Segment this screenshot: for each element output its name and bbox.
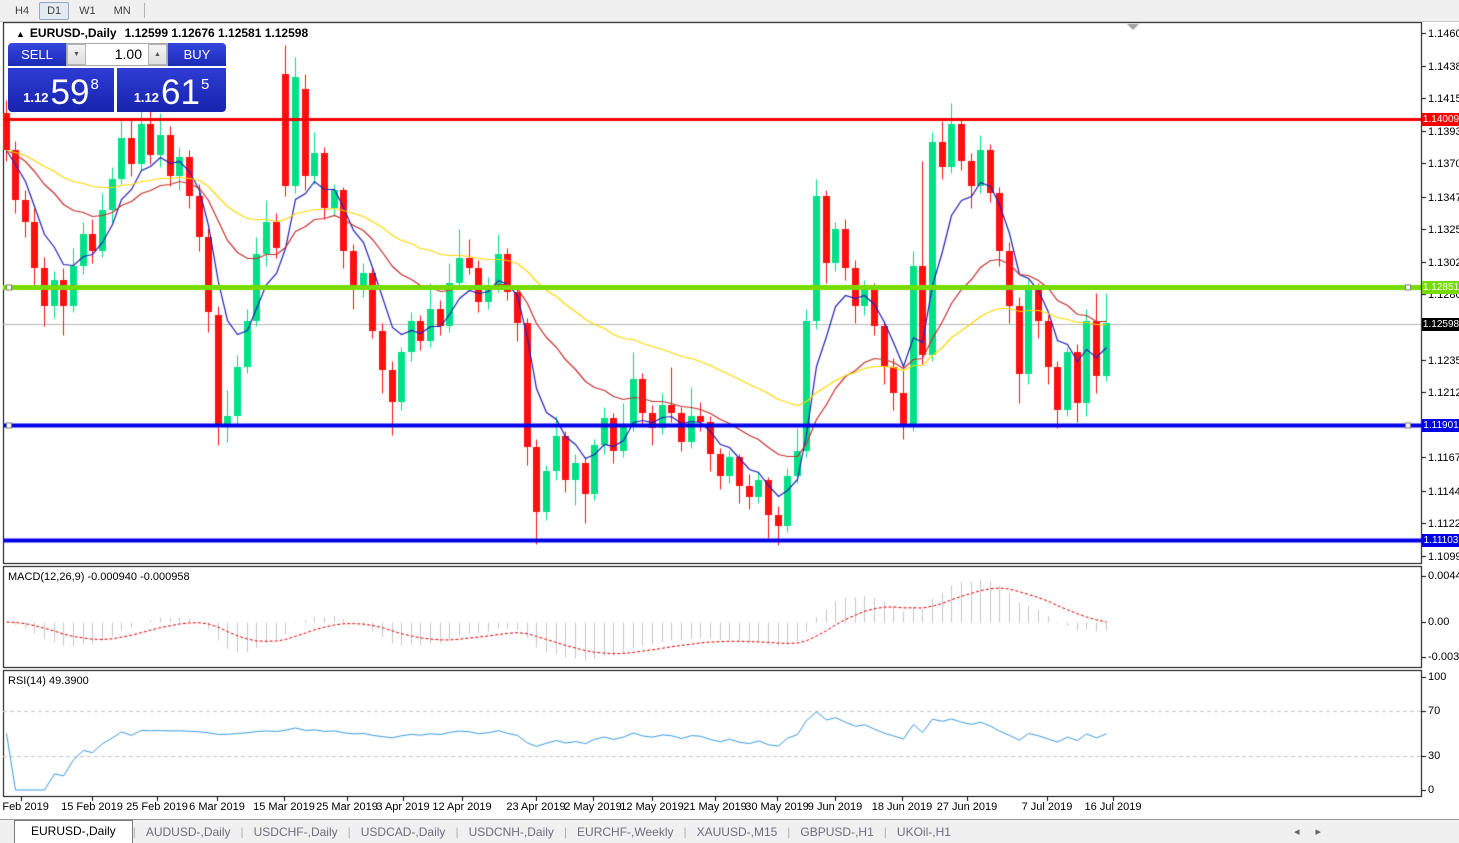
macd-axis-label: -0.003715 xyxy=(1428,651,1459,663)
rsi-axis-label: 0 xyxy=(1428,784,1434,796)
tab-eurusd-daily[interactable]: EURUSD-,Daily xyxy=(14,820,133,843)
ask-price-main: 61 xyxy=(161,76,200,109)
timeframe-button-d1[interactable]: D1 xyxy=(39,2,69,20)
volume-spinner: ▼ 1.00 ▲ xyxy=(66,43,168,66)
date-label: 12 Apr 2019 xyxy=(432,801,491,813)
ask-price-prefix: 1.12 xyxy=(134,90,159,105)
price-tick-label: 1.14605 xyxy=(1428,28,1459,40)
date-label: 6 Feb 2019 xyxy=(0,801,49,813)
price-tick-label: 1.10995 xyxy=(1428,551,1459,563)
current-price-label: 1.12598 xyxy=(1422,318,1459,331)
timeframe-toolbar: H4D1W1MN xyxy=(0,0,1459,22)
rsi-indicator-label: RSI(14) 49.3900 xyxy=(8,675,89,687)
tab-scroll-right-icon[interactable]: ▸ xyxy=(1315,826,1321,838)
ask-price[interactable]: 1.12 61 5 xyxy=(117,68,226,112)
volume-increase-icon[interactable]: ▲ xyxy=(148,44,167,65)
date-label: 27 Jun 2019 xyxy=(937,801,998,813)
tab-audusd-daily[interactable]: AUDUSD-,Daily xyxy=(136,822,241,843)
date-label: 9 Jun 2019 xyxy=(808,801,862,813)
price-tick-label: 1.13930 xyxy=(1428,126,1459,138)
date-label: 2 May 2019 xyxy=(564,801,621,813)
collapse-icon[interactable]: ▲ xyxy=(16,29,25,39)
tab-eurchf-weekly[interactable]: EURCHF-,Weekly xyxy=(567,822,683,843)
price-tick-label: 1.12350 xyxy=(1428,355,1459,367)
date-label: 21 May 2019 xyxy=(683,801,747,813)
date-label: 16 Jul 2019 xyxy=(1085,801,1142,813)
date-label: 23 Apr 2019 xyxy=(506,801,565,813)
tab-usdchf-daily[interactable]: USDCHF-,Daily xyxy=(244,822,348,843)
price-tick-label: 1.11220 xyxy=(1428,518,1459,530)
tab-gbpusd-h1[interactable]: GBPUSD-,H1 xyxy=(790,822,883,843)
toolbar-separator xyxy=(144,3,145,18)
date-label: 25 Mar 2019 xyxy=(316,801,378,813)
date-label: 3 Apr 2019 xyxy=(376,801,429,813)
date-label: 7 Jul 2019 xyxy=(1022,801,1073,813)
tab-ukoil-h1[interactable]: UKOil-,H1 xyxy=(887,822,961,843)
hline-price-label: 1.11103 xyxy=(1422,534,1459,547)
rsi-axis-label: 70 xyxy=(1428,705,1440,717)
chart-tab-bar: EURUSD-,Daily|AUDUSD-,Daily|USDCHF-,Dail… xyxy=(0,819,1459,843)
timeframe-button-mn[interactable]: MN xyxy=(106,2,139,20)
date-label: 12 May 2019 xyxy=(620,801,684,813)
macd-axis-label: 0.004465 xyxy=(1428,570,1459,582)
date-label: 6 Mar 2019 xyxy=(189,801,245,813)
bid-price-main: 59 xyxy=(51,76,90,109)
price-tick-label: 1.14155 xyxy=(1428,93,1459,105)
sell-button[interactable]: SELL xyxy=(8,43,66,66)
macd-axis-label: 0.00 xyxy=(1428,616,1449,628)
chart-title: ▲ EURUSD-,Daily 1.12599 1.12676 1.12581 1.… xyxy=(16,26,308,40)
chart-ohlc-values: 1.12599 1.12676 1.12581 1.12598 xyxy=(125,26,309,40)
price-tick-label: 1.11675 xyxy=(1428,452,1459,464)
date-label: 15 Feb 2019 xyxy=(61,801,123,813)
buy-button[interactable]: BUY xyxy=(168,43,226,66)
hline-price-label: 1.11901 xyxy=(1422,419,1459,432)
price-tick-label: 1.12125 xyxy=(1428,387,1459,399)
bid-price-pip: 8 xyxy=(90,76,98,93)
price-tick-label: 1.13250 xyxy=(1428,224,1459,236)
bid-price-prefix: 1.12 xyxy=(23,90,48,105)
price-tick-label: 1.11445 xyxy=(1428,486,1459,498)
hline-price-label: 1.12851 xyxy=(1422,281,1459,294)
one-click-trading-panel: SELL ▼ 1.00 ▲ BUY 1.12 59 8 1.12 61 5 xyxy=(8,43,226,112)
tab-usdcnh-daily[interactable]: USDCNH-,Daily xyxy=(459,822,564,843)
tab-scroll-left-icon[interactable]: ◂ xyxy=(1294,826,1300,838)
price-tick-label: 1.13025 xyxy=(1428,257,1459,269)
mt4-window: H4D1W1MN ▲ EURUSD-,Daily 1.12599 1.12676 1… xyxy=(0,0,1459,843)
price-tick-label: 1.13705 xyxy=(1428,158,1459,170)
ask-price-pip: 5 xyxy=(201,76,209,93)
chart-tabs: EURUSD-,Daily|AUDUSD-,Daily|USDCHF-,Dail… xyxy=(0,820,961,843)
volume-decrease-icon[interactable]: ▼ xyxy=(67,44,86,65)
rsi-axis-label: 100 xyxy=(1428,671,1446,683)
timeframe-buttons: H4D1W1MN xyxy=(6,2,140,20)
date-label: 30 May 2019 xyxy=(745,801,809,813)
price-tick-label: 1.13475 xyxy=(1428,192,1459,204)
hline-price-label: 1.14009 xyxy=(1422,113,1459,126)
date-label: 15 Mar 2019 xyxy=(253,801,315,813)
tab-xauusd-m15[interactable]: XAUUSD-,M15 xyxy=(687,822,788,843)
tab-scroll-arrows: ◂▸ xyxy=(1286,825,1329,843)
date-label: 25 Feb 2019 xyxy=(126,801,188,813)
volume-input[interactable]: 1.00 xyxy=(86,44,148,65)
macd-indicator-label: MACD(12,26,9) -0.000940 -0.000958 xyxy=(8,571,190,583)
chart-canvas[interactable] xyxy=(0,0,1459,843)
timeframe-button-h4[interactable]: H4 xyxy=(7,2,37,20)
price-tick-label: 1.14380 xyxy=(1428,61,1459,73)
tab-usdcad-daily[interactable]: USDCAD-,Daily xyxy=(351,822,456,843)
rsi-axis-label: 30 xyxy=(1428,750,1440,762)
chart-symbol: EURUSD-,Daily xyxy=(30,26,117,40)
bid-price[interactable]: 1.12 59 8 xyxy=(8,68,114,112)
date-label: 18 Jun 2019 xyxy=(872,801,933,813)
timeframe-button-w1[interactable]: W1 xyxy=(71,2,104,20)
